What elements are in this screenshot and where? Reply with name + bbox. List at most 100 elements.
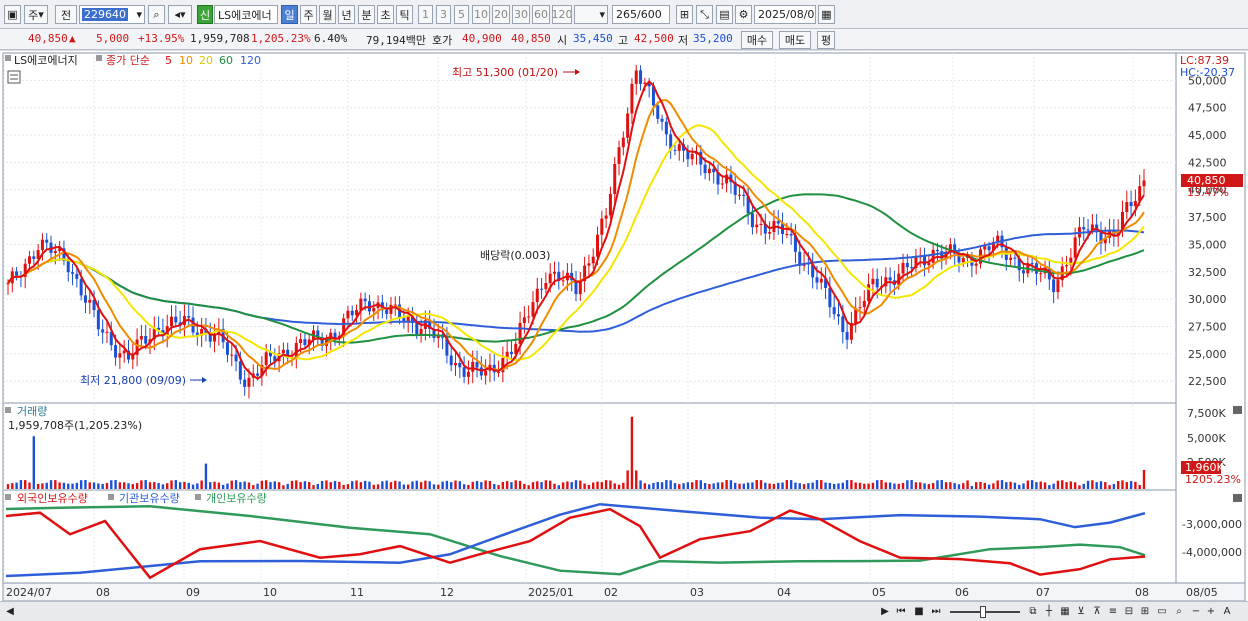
tab-week[interactable]: 주 — [300, 5, 317, 24]
volume-bar — [88, 482, 91, 489]
high-label: 고 — [618, 34, 629, 47]
gear-icon[interactable]: ⚙ — [735, 5, 752, 24]
search-icon[interactable]: ⌕ — [148, 5, 165, 24]
scroll-right-icon[interactable]: ▶ — [878, 604, 892, 619]
lines-icon[interactable]: ≡ — [1106, 604, 1120, 619]
volume-bar — [669, 480, 672, 489]
volume-bar — [260, 480, 264, 489]
date-field[interactable]: 2025/08/05 — [754, 5, 816, 24]
volume-bar — [333, 481, 337, 489]
volume-bar — [264, 480, 268, 489]
count-value: 265 — [616, 8, 637, 21]
grid-icon[interactable]: ▦ — [1058, 604, 1072, 619]
chart-area[interactable]: LS에코에너지 종가 단순 5 10 20 60 120 최고 51,300 (… — [0, 51, 1248, 602]
save-icon[interactable]: ▤ — [716, 5, 733, 24]
holdings-panel-close-icon[interactable] — [1233, 494, 1242, 502]
candle-body — [828, 287, 832, 308]
stock-name-field[interactable]: LS에코에너 — [214, 5, 278, 24]
stock-code-input[interactable]: 229640 ▾ — [79, 5, 145, 24]
volume-bar — [548, 480, 552, 489]
zoom-slider-thumb[interactable] — [980, 606, 986, 618]
volume-panel-close-icon[interactable] — [1233, 406, 1242, 414]
interval-60[interactable]: 60 — [532, 5, 550, 24]
price-y-tick: 35,000 — [1188, 238, 1227, 251]
prev-label: 전 — [60, 8, 72, 22]
calendar-icon[interactable]: ▦ — [818, 5, 835, 24]
tab-month[interactable]: 월 — [319, 5, 336, 24]
volume-bar — [54, 480, 57, 489]
holdings-legend-individual: 개인보유수량 — [206, 492, 267, 505]
volume-bar — [1099, 481, 1103, 489]
tab-second[interactable]: 초 — [377, 5, 394, 24]
candle-body — [617, 147, 621, 164]
price-panel[interactable] — [2, 52, 1177, 404]
volume-bar — [62, 482, 66, 489]
interval-3[interactable]: 3 — [436, 5, 451, 24]
volume-bar — [540, 482, 543, 489]
crosshair-icon[interactable]: ┼ — [1042, 604, 1056, 619]
measure-icon[interactable]: ⊻ — [1074, 604, 1088, 619]
table-toggle-icon[interactable] — [7, 70, 21, 84]
interval-1[interactable]: 1 — [418, 5, 433, 24]
candle-body — [819, 278, 823, 283]
scroll-left-icon[interactable]: ◀ — [3, 604, 17, 619]
tab-tick[interactable]: 틱 — [396, 5, 413, 24]
volume-bar — [699, 480, 702, 489]
volume-bar — [768, 483, 771, 489]
legend-marker — [96, 55, 102, 61]
tools-icon[interactable]: ⊞ — [676, 5, 693, 24]
evaluate-button[interactable]: 평 — [817, 31, 835, 49]
period-type-select[interactable]: 주 ▾ — [24, 5, 48, 24]
chart-svg[interactable]: LS에코에너지 종가 단순 5 10 20 60 120 최고 51,300 (… — [0, 51, 1248, 602]
chart-scrollbar[interactable]: ◀ ▶ ⏮ ■ ⏭ ⧉ ┼ ▦ ⊻ ⊼ ≡ ⊟ ⊞ ▭ ⌕ − + A — [0, 601, 1248, 621]
volume-bar — [127, 483, 130, 489]
interval-20[interactable]: 20 — [492, 5, 510, 24]
volume-bar — [914, 482, 918, 489]
speaker-icon[interactable]: ◂▾ — [168, 5, 192, 24]
volume-bar — [708, 483, 711, 489]
volume-bar — [372, 484, 375, 489]
fast-forward-icon[interactable]: ⏭ — [929, 604, 943, 619]
x-axis-label: 08 — [1135, 586, 1149, 599]
zoom-out-icon[interactable]: − — [1189, 604, 1203, 619]
interval-30[interactable]: 30 — [512, 5, 530, 24]
volume-bar — [75, 482, 79, 489]
interval-120[interactable]: 120 — [552, 5, 572, 24]
candle-body — [230, 354, 234, 356]
draw-icon[interactable]: ⤡ — [696, 5, 713, 24]
rewind-icon[interactable]: ⏮ — [894, 604, 908, 619]
price-y-tick: 22,500 — [1188, 375, 1227, 388]
layout-icon[interactable]: ⧉ — [1026, 604, 1040, 619]
zoom-in-icon[interactable]: + — [1204, 604, 1218, 619]
stop-icon[interactable]: ■ — [912, 604, 926, 619]
volume-bar — [635, 470, 638, 489]
interval-dropdown[interactable]: ▾ — [574, 5, 608, 24]
volume-panel[interactable] — [2, 402, 1177, 491]
ask-price: 40,900 — [462, 32, 502, 45]
volume-bar — [850, 480, 853, 489]
candle-body — [1013, 257, 1017, 259]
candle-body — [1052, 279, 1056, 293]
candle-body — [707, 168, 711, 174]
split-icon[interactable]: ⊟ — [1122, 604, 1136, 619]
interval-10[interactable]: 10 — [472, 5, 490, 24]
tab-year[interactable]: 년 — [338, 5, 355, 24]
buy-button[interactable]: 매수 — [741, 31, 773, 49]
font-size-icon[interactable]: A — [1220, 604, 1234, 619]
compare-icon[interactable]: ⊼ — [1090, 604, 1104, 619]
window-icon[interactable]: ▣ — [4, 5, 21, 24]
count-field[interactable]: 265/600 — [612, 5, 670, 24]
sell-button[interactable]: 매도 — [779, 31, 811, 49]
prev-button[interactable]: 전 — [55, 5, 77, 24]
volume-bar — [204, 463, 208, 489]
interval-3-label: 3 — [440, 8, 447, 21]
tab-minute[interactable]: 분 — [358, 5, 375, 24]
panel-icon[interactable]: ⊞ — [1138, 604, 1152, 619]
tab-day-label: 일 — [284, 8, 295, 22]
interval-5[interactable]: 5 — [454, 5, 469, 24]
tab-day[interactable]: 일 — [281, 5, 298, 24]
zoom-icon[interactable]: ⌕ — [1172, 604, 1186, 619]
window-icon[interactable]: ▭ — [1155, 604, 1169, 619]
volume-bar — [363, 480, 367, 489]
volume-bar — [226, 483, 229, 489]
